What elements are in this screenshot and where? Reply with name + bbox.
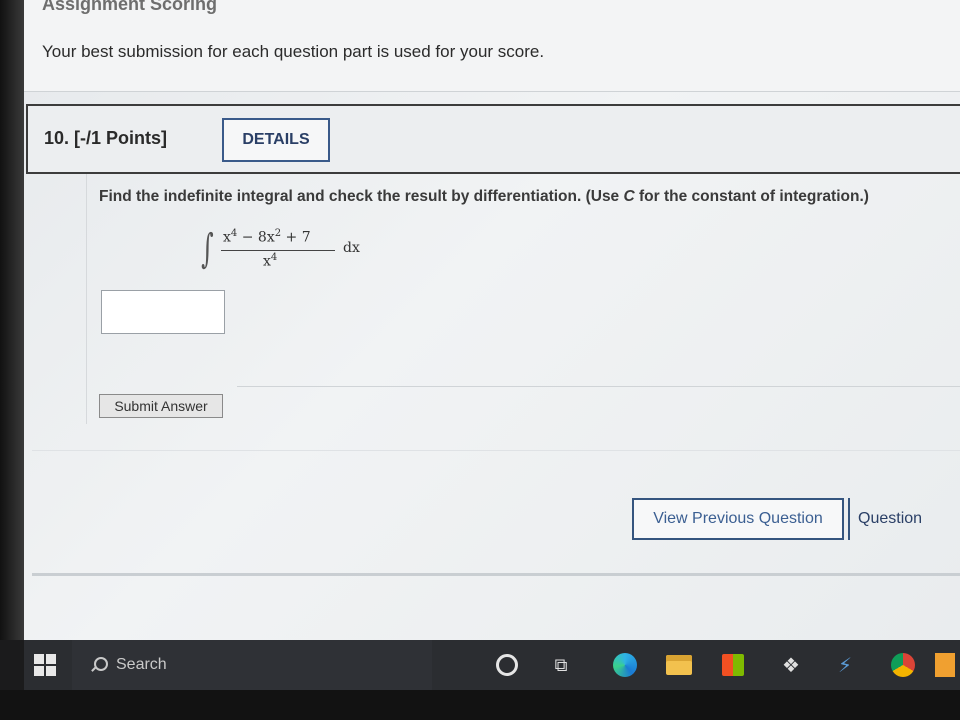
search-placeholder: Search (116, 656, 167, 673)
prompt-suffix: for the constant of integration.) (634, 188, 869, 205)
integrand-numerator: x4 − 8x2 + 7 (223, 228, 311, 246)
question-body: Find the indefinite integral and check t… (86, 174, 960, 424)
question-header: 10. [-/1 Points] DETAILS (26, 104, 960, 174)
differential: dx (343, 240, 360, 256)
details-button[interactable]: DETAILS (222, 118, 330, 162)
dropbox-icon[interactable]: ❖ (776, 650, 806, 680)
prompt-prefix: Find the indefinite integral and check t… (99, 188, 624, 205)
store-icon[interactable] (718, 650, 748, 680)
best-submission-text: Your best submission for each question p… (42, 42, 545, 61)
file-explorer-icon[interactable] (664, 650, 694, 680)
monitor-bezel (0, 0, 24, 640)
submit-divider (237, 386, 960, 387)
integral-sign: ∫ (201, 226, 214, 272)
cortana-icon[interactable] (492, 650, 522, 680)
windows-start-icon[interactable] (34, 654, 56, 676)
windows-taskbar: Search ⧉ ❖ ⚡ (24, 640, 960, 690)
task-view-icon[interactable]: ⧉ (546, 650, 576, 680)
search-icon (90, 657, 108, 673)
submit-answer-button[interactable]: Submit Answer (99, 394, 223, 418)
integrand-denominator: x4 (263, 252, 278, 270)
next-question-button[interactable]: Question (848, 498, 960, 540)
integral-expression: ∫ x4 − 8x2 + 7 x4 dx (197, 224, 397, 284)
question-prompt: Find the indefinite integral and check t… (99, 188, 869, 206)
question-number-points: 10. [-/1 Points] (44, 128, 168, 148)
lightning-icon[interactable]: ⚡ (830, 650, 860, 680)
prompt-constant: C (623, 188, 635, 205)
browser-viewport: Assignment Scoring Your best submission … (24, 0, 960, 640)
fraction-bar (221, 250, 335, 251)
chrome-icon[interactable] (888, 650, 918, 680)
assignment-scoring-heading: Assignment Scoring (42, 0, 218, 14)
taskbar-search-box[interactable]: Search (72, 640, 432, 690)
assignment-scoring-section: Assignment Scoring Your best submission … (24, 0, 960, 92)
app-icon[interactable] (930, 650, 960, 680)
monitor-bottom-bezel (0, 690, 960, 720)
edge-icon[interactable] (610, 650, 640, 680)
view-previous-question-button[interactable]: View Previous Question (632, 498, 844, 540)
answer-input[interactable] (101, 290, 225, 334)
